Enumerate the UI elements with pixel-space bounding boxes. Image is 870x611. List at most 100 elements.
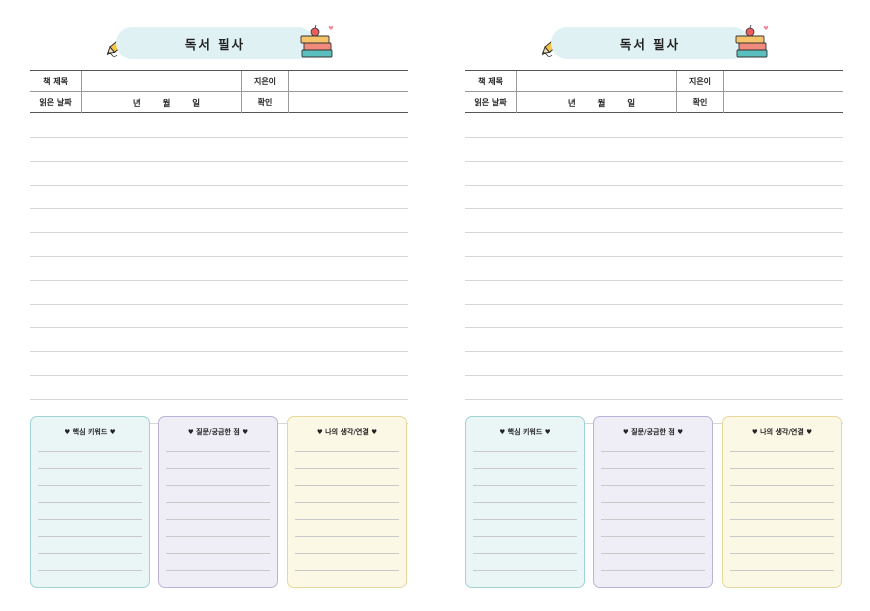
writing-line — [30, 137, 408, 138]
writing-line — [465, 375, 843, 376]
date-field[interactable]: 년 월 일 — [517, 92, 677, 113]
box-line — [473, 502, 577, 503]
month-label: 월 — [597, 98, 606, 109]
date-label: 읽은 날짜 — [465, 92, 517, 113]
heart-icon: ♥ — [751, 428, 758, 436]
question-box-title: 질문/궁금한 점 — [631, 428, 675, 436]
writing-line — [465, 137, 843, 138]
year-label: 년 — [132, 98, 141, 109]
confirm-field[interactable] — [724, 92, 843, 113]
heart-icon: ♥ — [371, 428, 378, 436]
heart-icon: ♥ — [187, 428, 194, 436]
box-line — [601, 519, 705, 520]
box-line — [730, 570, 834, 571]
writing-line — [465, 256, 843, 257]
box-line — [295, 451, 399, 452]
writing-line — [30, 160, 408, 162]
box-line — [601, 536, 705, 537]
box-line — [601, 451, 705, 452]
box-line — [601, 502, 705, 503]
book-title-label: 책 제목 — [30, 71, 82, 91]
box-line — [166, 485, 270, 486]
heart-icon: ♥ — [544, 428, 551, 436]
box-line — [166, 536, 270, 537]
box-line — [295, 536, 399, 537]
box-line — [38, 553, 142, 554]
writing-line — [30, 208, 408, 210]
question-box[interactable]: ♥ 질문/궁금한 점 ♥ — [593, 416, 713, 588]
thought-box-title: 나의 생각/연결 — [325, 428, 369, 436]
writing-line — [465, 351, 843, 353]
writing-line — [30, 327, 408, 329]
box-line — [473, 468, 577, 469]
box-line — [295, 553, 399, 554]
box-line — [601, 570, 705, 571]
box-line — [473, 553, 577, 554]
writing-line — [30, 184, 408, 186]
writing-line — [465, 184, 843, 186]
box-line — [295, 519, 399, 520]
box-line — [473, 570, 577, 571]
thought-box-title: 나의 생각/연결 — [760, 428, 804, 436]
box-line — [38, 451, 142, 452]
writing-line — [465, 303, 843, 305]
writing-line — [30, 375, 408, 376]
writing-line — [30, 351, 408, 353]
keyword-box-title: 핵심 키워드 — [72, 428, 108, 436]
box-line — [473, 536, 577, 537]
box-line — [38, 502, 142, 503]
writing-line — [465, 279, 843, 281]
box-line — [166, 519, 270, 520]
writing-line — [465, 208, 843, 210]
date-label: 읽은 날짜 — [30, 92, 82, 113]
heart-icon: ♥ — [806, 428, 813, 436]
worksheet-page-right: 독서 필사 책 제목 지은이 읽은 날짜 년 월 일 확인 ♥ 핵심 키워드 ♥… — [465, 0, 843, 611]
box-line — [295, 468, 399, 469]
box-line — [166, 468, 270, 469]
box-line — [473, 451, 577, 452]
month-label: 월 — [162, 98, 171, 109]
confirm-field[interactable] — [289, 92, 408, 113]
box-line — [730, 468, 834, 469]
author-label: 지은이 — [242, 71, 289, 91]
writing-line — [465, 232, 843, 234]
box-line — [601, 553, 705, 554]
book-info-table: 책 제목 지은이 읽은 날짜 년 월 일 확인 — [30, 70, 408, 113]
writing-line — [465, 160, 843, 162]
question-box[interactable]: ♥ 질문/궁금한 점 ♥ — [158, 416, 278, 588]
day-label: 일 — [192, 98, 201, 109]
box-line — [473, 485, 577, 486]
box-line — [730, 485, 834, 486]
writing-line — [30, 279, 408, 281]
box-line — [295, 570, 399, 571]
worksheet-page-left: 독서 필사 책 제목 지은이 읽은 날짜 년 월 일 확인 ♥ 핵심 키워드 ♥… — [30, 0, 408, 611]
keyword-box[interactable]: ♥ 핵심 키워드 ♥ — [30, 416, 150, 588]
thought-box[interactable]: ♥ 나의 생각/연결 ♥ — [722, 416, 842, 588]
page-title: 독서 필사 — [551, 27, 749, 59]
writing-line — [30, 303, 408, 305]
box-line — [730, 451, 834, 452]
writing-line — [30, 232, 408, 234]
heart-icon: ♥ — [677, 428, 684, 436]
heart-icon: ♥ — [316, 428, 323, 436]
box-line — [601, 468, 705, 469]
question-box-title: 질문/궁금한 점 — [196, 428, 240, 436]
writing-line — [30, 256, 408, 257]
heart-icon: ♥ — [242, 428, 249, 436]
author-field[interactable] — [724, 71, 843, 91]
page-title: 독서 필사 — [116, 27, 314, 59]
box-line — [38, 468, 142, 469]
box-line — [730, 553, 834, 554]
date-field[interactable]: 년 월 일 — [82, 92, 242, 113]
writing-line — [465, 327, 843, 329]
book-title-field[interactable] — [517, 71, 677, 91]
books-icon — [300, 24, 334, 58]
author-label: 지은이 — [677, 71, 724, 91]
box-line — [38, 570, 142, 571]
author-field[interactable] — [289, 71, 408, 91]
book-title-field[interactable] — [82, 71, 242, 91]
box-line — [166, 502, 270, 503]
heart-icon: ♥ — [622, 428, 629, 436]
thought-box[interactable]: ♥ 나의 생각/연결 ♥ — [287, 416, 407, 588]
keyword-box[interactable]: ♥ 핵심 키워드 ♥ — [465, 416, 585, 588]
